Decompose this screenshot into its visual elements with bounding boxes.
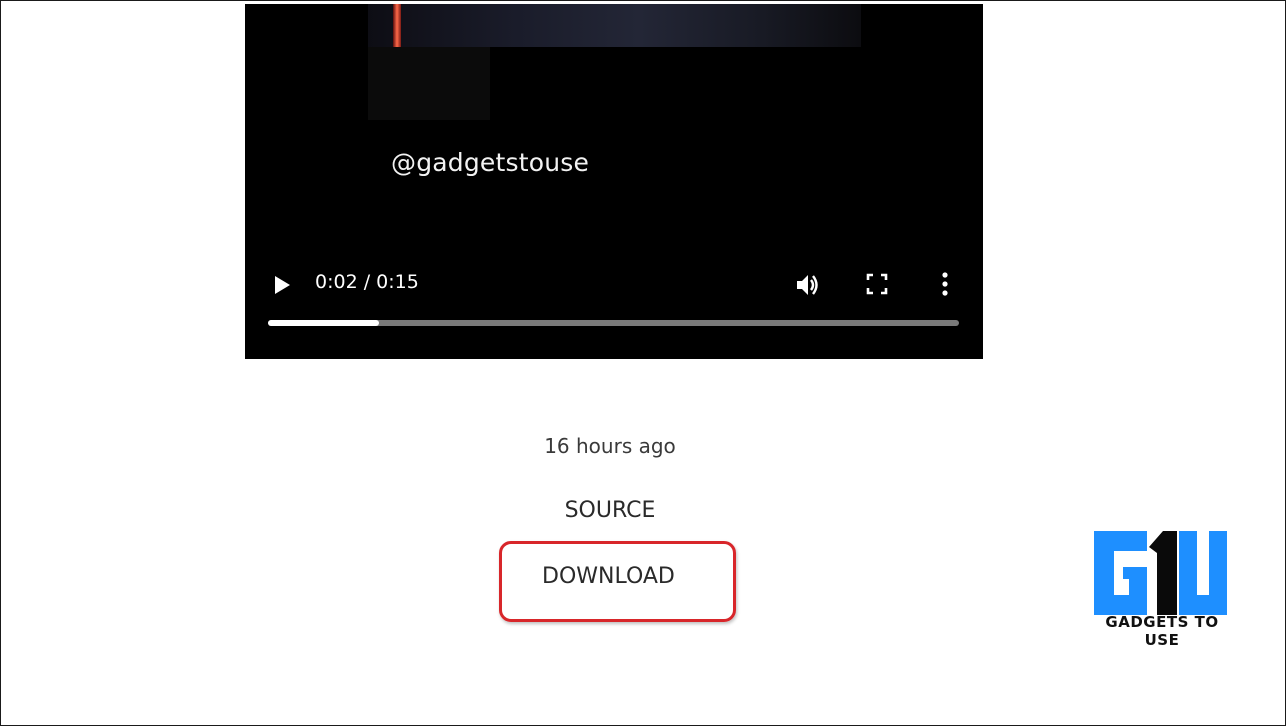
more-options-icon[interactable] <box>938 271 952 297</box>
volume-icon[interactable] <box>794 271 822 299</box>
play-icon[interactable] <box>271 274 293 296</box>
page-frame: @gadgetstouse 0:02 / 0:15 16 hours ago S… <box>0 0 1286 726</box>
download-link[interactable]: DOWNLOAD <box>542 564 675 589</box>
video-frame-shadow <box>368 47 490 120</box>
video-frame-content <box>368 4 861 47</box>
logo-caption: GADGETS TO USE <box>1105 613 1219 649</box>
source-link[interactable]: SOURCE <box>1 498 1219 523</box>
post-timestamp: 16 hours ago <box>544 434 676 458</box>
video-progress-fill <box>268 320 379 326</box>
video-player[interactable]: @gadgetstouse 0:02 / 0:15 <box>245 4 983 359</box>
video-overlay-handle: @gadgetstouse <box>391 148 590 177</box>
video-time-display: 0:02 / 0:15 <box>315 271 419 293</box>
video-frame-highlight <box>393 4 401 47</box>
fullscreen-icon[interactable] <box>866 273 888 295</box>
video-progress-bar[interactable] <box>268 320 959 326</box>
video-controls: 0:02 / 0:15 <box>245 262 983 308</box>
